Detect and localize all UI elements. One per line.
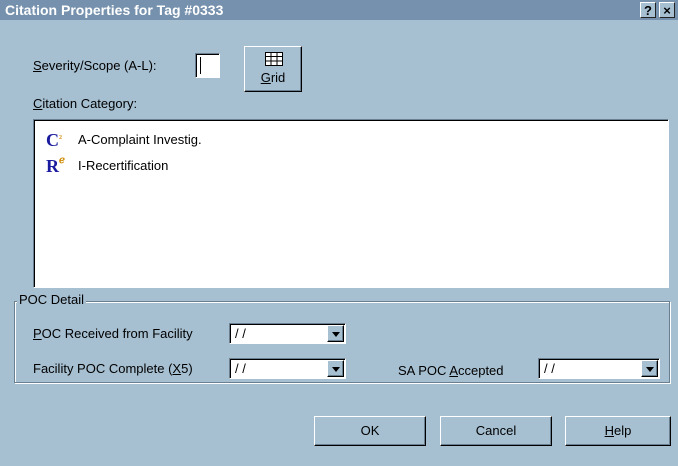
grid-icon (265, 52, 283, 66)
ok-button[interactable]: OK (314, 416, 426, 446)
chevron-down-icon[interactable] (327, 325, 344, 342)
list-item-label: I-Recertification (78, 158, 169, 173)
recertification-icon: Rℯ (46, 155, 65, 176)
text-caret (200, 57, 201, 74)
list-item-label: A-Complaint Investig. (78, 132, 202, 147)
chevron-down-icon[interactable] (327, 360, 344, 377)
citation-category-label: Citation Category: (33, 96, 138, 111)
window-title: Citation Properties for Tag #0333 (5, 2, 224, 18)
severity-scope-input[interactable] (195, 53, 220, 78)
title-bar: Citation Properties for Tag #0333 ? × (0, 0, 678, 20)
chevron-down-icon[interactable] (641, 360, 658, 377)
help-title-button[interactable]: ? (640, 2, 656, 18)
help-button[interactable]: Help (565, 416, 671, 446)
grid-button-label: Grid (260, 70, 286, 85)
citation-properties-dialog: Citation Properties for Tag #0333 ? × Se… (0, 0, 678, 466)
poc-received-label: POC Received from Facility (33, 326, 193, 341)
poc-detail-legend: POC Detail (17, 292, 87, 307)
poc-received-date-combo[interactable]: / / (229, 323, 346, 344)
grid-button[interactable]: Grid (244, 46, 302, 92)
severity-scope-label: Severity/Scope (A-L): (33, 58, 157, 73)
cancel-button[interactable]: Cancel (440, 416, 552, 446)
sa-poc-accepted-date-combo[interactable]: / / (538, 358, 660, 379)
complaint-icon: C₂ (46, 129, 62, 150)
facility-poc-complete-date-combo[interactable]: / / (229, 358, 346, 379)
close-button[interactable]: × (659, 2, 675, 18)
citation-category-list[interactable]: C₂ A-Complaint Investig. Rℯ I-Recertific… (33, 119, 669, 288)
sa-poc-accepted-label: SA POC Accepted (398, 363, 504, 378)
facility-poc-complete-label: Facility POC Complete (X5) (33, 361, 193, 376)
